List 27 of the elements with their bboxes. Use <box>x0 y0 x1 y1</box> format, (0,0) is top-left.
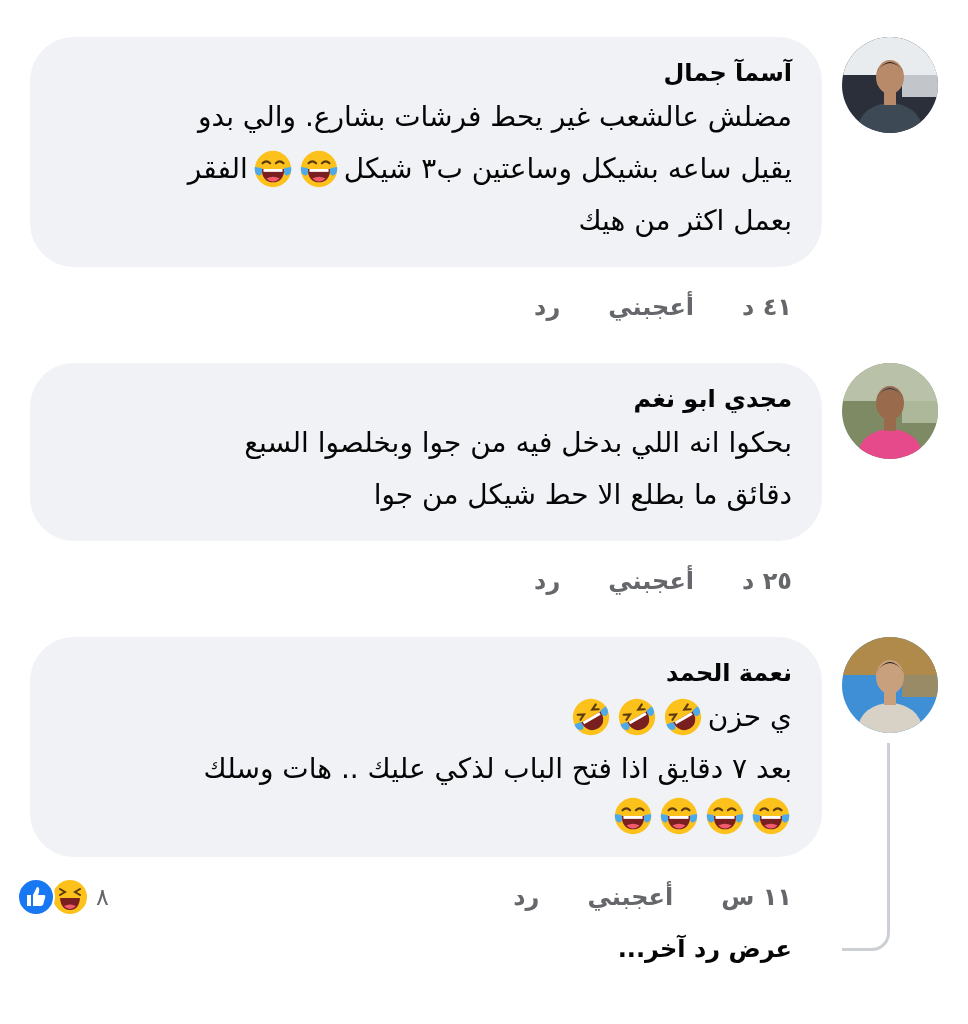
author-name[interactable]: آسمآ جمال <box>60 55 792 91</box>
comment-text: دقائق ما بطلع الا حط شيكل من جوا <box>373 477 792 513</box>
like-link[interactable]: أعجبني <box>608 563 695 599</box>
like-link[interactable]: أعجبني <box>587 879 674 915</box>
comment-time[interactable]: ٤١ د <box>742 289 792 325</box>
comment-text: الفقر <box>187 151 248 187</box>
view-more-replies-link[interactable]: عرض رد آخر... <box>30 923 822 967</box>
comment-text: يقيل ساعه بشيكل وساعتين ب٣ شيكل <box>343 151 792 187</box>
laughing-emoji-icon <box>704 795 746 837</box>
reply-link[interactable]: رد <box>534 563 561 599</box>
reaction-count: ٨ <box>96 882 109 913</box>
comment-time[interactable]: ٢٥ د <box>742 563 792 599</box>
comment-text: بعمل اكثر من هيك <box>578 203 792 239</box>
comment-text: مضلش عالشعب غير يحط فرشات بشارع. والي بدو <box>197 99 792 135</box>
comment-text: بحكوا انه اللي بدخل فيه من جوا وبخلصوا السبع <box>244 425 792 461</box>
laughing-emoji-icon <box>612 795 654 837</box>
laughing-emoji-icon <box>658 795 700 837</box>
author-name[interactable]: مجدي ابو نغم <box>60 381 792 417</box>
comment-text: ي حزن <box>707 699 792 735</box>
author-name[interactable]: نعمة الحمد <box>60 655 792 691</box>
like-reaction-icon <box>16 877 56 917</box>
reply-link[interactable]: رد <box>534 289 561 325</box>
like-link[interactable]: أعجبني <box>608 289 695 325</box>
comment-text: بعد ٧ دقايق اذا فتح الباب لذكي عليك .. هات وسلك <box>203 751 792 787</box>
laughing-emoji-icon <box>750 795 792 837</box>
comment-time[interactable]: ١١ س <box>721 879 792 915</box>
reply-link[interactable]: رد <box>513 879 540 915</box>
